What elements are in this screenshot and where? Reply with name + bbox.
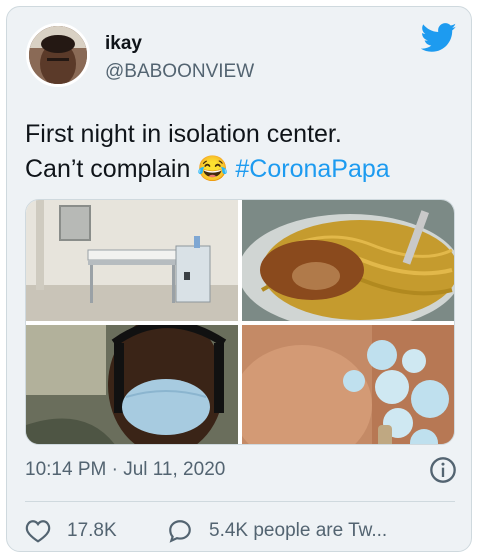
avatar[interactable] [26, 23, 90, 87]
tweet-card[interactable]: ikay @BABOONVIEW First night in isolatio… [6, 6, 472, 552]
tweet-text-line-1: First night in isolation center. [25, 120, 342, 148]
divider [25, 501, 455, 502]
like-button[interactable]: 17.8K [25, 519, 117, 543]
media-image-hospital-room[interactable] [26, 200, 238, 321]
tweet-timestamp[interactable]: 10:14 PM · Jul 11, 2020 [25, 459, 225, 481]
twitter-bird-icon[interactable] [420, 23, 457, 58]
comment-icon [169, 520, 191, 543]
reply-button[interactable]: 5.4K people are Tw... [167, 519, 387, 543]
tweet-text-line-2: Can’t complain 😂 #CoronaPapa [25, 152, 465, 187]
tweet-text-line-2-text: Can’t complain [25, 155, 198, 183]
media-image-food[interactable] [238, 200, 454, 330]
author-handle[interactable]: @BABOONVIEW [105, 61, 254, 83]
hashtag-link[interactable]: #CoronaPapa [235, 155, 389, 183]
info-icon[interactable] [429, 456, 457, 489]
heart-icon [25, 520, 51, 543]
media-image-pills[interactable] [232, 325, 454, 444]
laughing-emoji: 😂 [197, 155, 229, 183]
media-image-selfie[interactable] [26, 315, 238, 444]
author-name[interactable]: ikay [105, 33, 142, 55]
media-grid[interactable] [25, 199, 455, 445]
tweet-text: First night in isolation center. Can’t c… [25, 117, 465, 187]
like-count: 17.8K [67, 520, 117, 541]
reply-count: 5.4K people are Tw... [209, 520, 388, 541]
